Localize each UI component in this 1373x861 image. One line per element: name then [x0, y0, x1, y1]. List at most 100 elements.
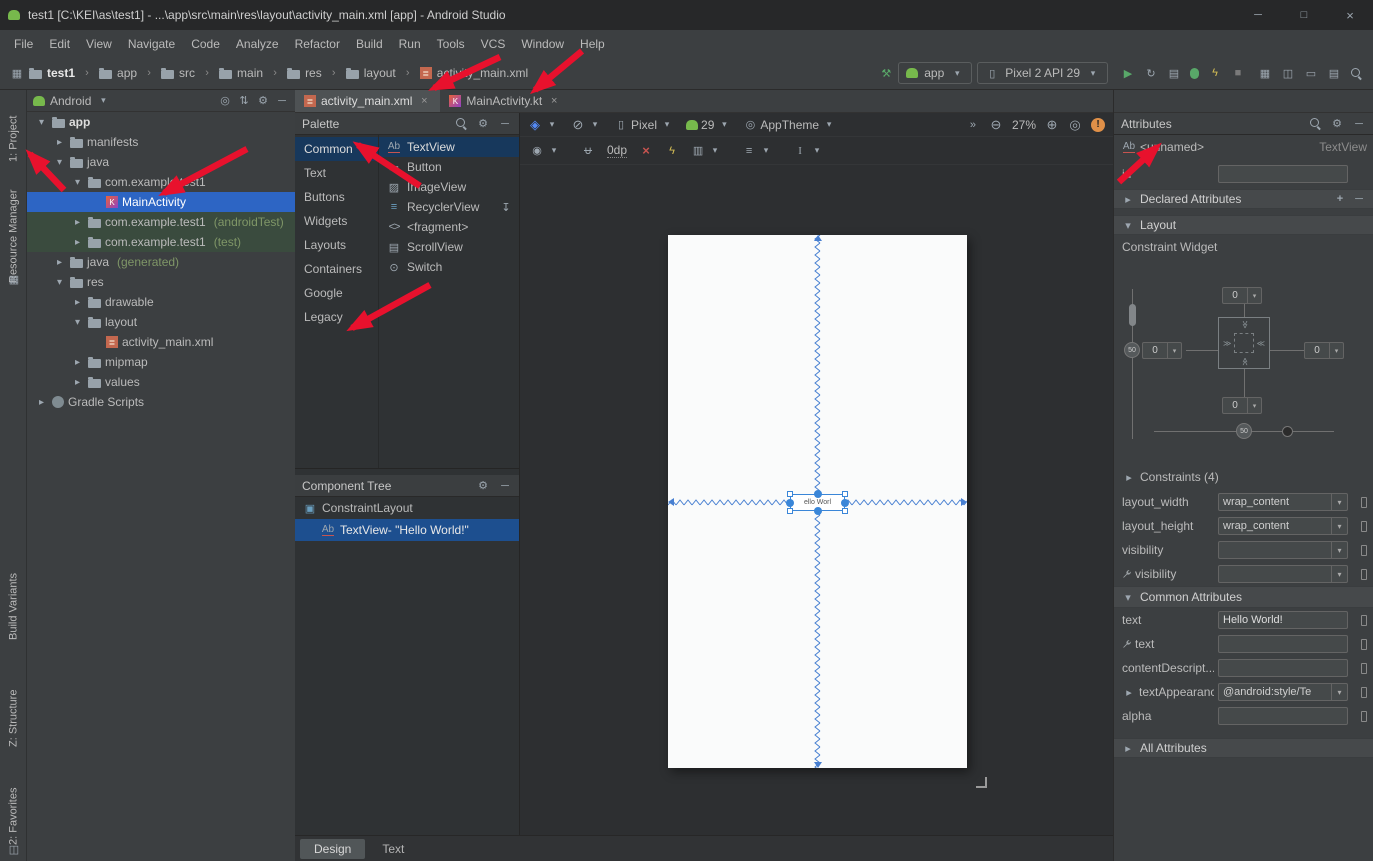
- palette-category-common[interactable]: Common: [295, 137, 378, 161]
- device-in-editor-select[interactable]: Pixel: [614, 118, 674, 132]
- margin-left-select[interactable]: 0▾: [1142, 342, 1182, 359]
- design-mode-select[interactable]: [528, 118, 559, 132]
- hide-panel-icon[interactable]: [1352, 117, 1366, 131]
- clear-constraints-icon[interactable]: [639, 144, 653, 158]
- device-manager-icon[interactable]: [1281, 66, 1295, 80]
- resize-handle-ne[interactable]: [842, 491, 848, 497]
- menu-build[interactable]: Build: [348, 30, 391, 57]
- pushpin-icon[interactable]: [7, 272, 21, 286]
- chevron-closed-icon[interactable]: ▸: [71, 357, 84, 368]
- download-icon[interactable]: [499, 200, 513, 214]
- sdk-manager-icon[interactable]: [1327, 66, 1341, 80]
- breadcrumb-main[interactable]: main: [219, 66, 263, 80]
- tree-item-manifests[interactable]: ▸manifests: [27, 132, 295, 152]
- run-configuration-select[interactable]: app: [898, 62, 972, 84]
- constraint-anchor-right[interactable]: [841, 499, 849, 507]
- chevron-closed-icon[interactable]: ▸: [53, 137, 66, 148]
- content-description-input[interactable]: [1218, 659, 1348, 677]
- constraint-anchor-left[interactable]: [786, 499, 794, 507]
- guidelines-select[interactable]: [793, 144, 824, 158]
- constraint-widget-box[interactable]: ≫ ≪ ≫ ≪: [1218, 317, 1270, 369]
- close-tab-icon[interactable]: [417, 94, 431, 108]
- minimize-button[interactable]: [1235, 0, 1281, 30]
- stop-button[interactable]: [1231, 66, 1245, 80]
- project-structure-icon[interactable]: [1258, 66, 1272, 80]
- settings-gear-icon[interactable]: [476, 117, 490, 131]
- chevron-closed-icon[interactable]: ▸: [53, 257, 66, 268]
- apply-changes-icon[interactable]: [1144, 66, 1158, 80]
- canvas-resize-handle[interactable]: [976, 777, 987, 788]
- zoom-in-icon[interactable]: [1045, 118, 1059, 132]
- tree-item-gradle-scripts[interactable]: ▸Gradle Scripts: [27, 392, 295, 412]
- search-everywhere-icon[interactable]: [1350, 67, 1363, 80]
- menu-analyze[interactable]: Analyze: [228, 30, 287, 57]
- api-version-select[interactable]: 29: [686, 118, 731, 132]
- editor-tab-mainactivity-kt[interactable]: MainActivity.kt: [440, 90, 570, 112]
- hide-panel-icon[interactable]: [498, 117, 512, 131]
- resource-flag-icon[interactable]: [1361, 545, 1367, 556]
- editor-tab-activity-main-xml[interactable]: activity_main.xml: [295, 90, 440, 112]
- tools-visibility-select[interactable]: ▾: [1218, 565, 1348, 583]
- layout-height-select[interactable]: wrap_content▾: [1218, 517, 1348, 535]
- layout-width-select[interactable]: wrap_content▾: [1218, 493, 1348, 511]
- menu-tools[interactable]: Tools: [429, 30, 473, 57]
- common-attributes-section[interactable]: Common Attributes: [1114, 586, 1373, 608]
- palette-item-scrollview[interactable]: ScrollView: [379, 237, 519, 257]
- device-select[interactable]: Pixel 2 API 29: [977, 62, 1108, 84]
- palette-item-switch[interactable]: Switch: [379, 257, 519, 277]
- breadcrumb-layout[interactable]: layout: [346, 66, 396, 80]
- tree-item-package[interactable]: ▾com.example.test1: [27, 172, 295, 192]
- view-options-select[interactable]: [530, 144, 561, 158]
- tab-design[interactable]: Design: [300, 839, 365, 859]
- all-attributes-section[interactable]: All Attributes: [1114, 738, 1373, 758]
- alpha-input[interactable]: [1218, 707, 1348, 725]
- palette-category-widgets[interactable]: Widgets: [295, 209, 378, 233]
- tool-tab-build-variants[interactable]: Build Variants: [0, 558, 27, 654]
- chevron-closed-icon[interactable]: ▸: [71, 237, 84, 248]
- settings-gear-icon[interactable]: [1330, 117, 1344, 131]
- collapse-all-icon[interactable]: [237, 94, 251, 108]
- maximize-button[interactable]: [1281, 0, 1327, 30]
- menu-navigate[interactable]: Navigate: [120, 30, 183, 57]
- remove-attribute-icon[interactable]: [1352, 192, 1366, 206]
- tool-tab-resource-manager[interactable]: Resource Manager: [0, 188, 27, 284]
- vertical-bias-value[interactable]: 50: [1124, 342, 1140, 358]
- tree-item-res[interactable]: ▾res: [27, 272, 295, 292]
- constraint-widget[interactable]: 0▾ 0▾ 0▾ 0▾ ≫ ≪ ≫ ≪ 50 50: [1114, 259, 1373, 464]
- margin-top-select[interactable]: 0▾: [1222, 287, 1262, 304]
- palette-category-layouts[interactable]: Layouts: [295, 233, 378, 257]
- palette-category-text[interactable]: Text: [295, 161, 378, 185]
- autoconnect-icon[interactable]: [581, 144, 595, 158]
- menu-window[interactable]: Window: [513, 30, 572, 57]
- chevron-open-icon[interactable]: ▾: [71, 317, 84, 328]
- breadcrumb-activity-main-xml[interactable]: activity_main.xml: [420, 66, 528, 80]
- component-tree-item-constraintlayout[interactable]: ConstraintLayout: [295, 497, 519, 519]
- tree-item-mainactivity[interactable]: MainActivity: [27, 192, 295, 212]
- menu-refactor[interactable]: Refactor: [287, 30, 348, 57]
- menu-view[interactable]: View: [78, 30, 120, 57]
- debug-icon[interactable]: [1190, 68, 1199, 79]
- margin-bottom-select[interactable]: 0▾: [1222, 397, 1262, 414]
- tools-text-input[interactable]: [1218, 635, 1348, 653]
- breadcrumb-res[interactable]: res: [287, 66, 322, 80]
- palette-category-containers[interactable]: Containers: [295, 257, 378, 281]
- resource-flag-icon[interactable]: [1361, 663, 1367, 674]
- search-icon[interactable]: [1309, 117, 1322, 130]
- constraints-section[interactable]: Constraints (4): [1114, 464, 1373, 490]
- hide-panel-icon[interactable]: [498, 479, 512, 493]
- palette-item-button[interactable]: Button: [379, 157, 519, 177]
- layout-section[interactable]: Layout: [1114, 215, 1373, 235]
- text-appearance-select[interactable]: @android:style/Te▾: [1218, 683, 1348, 701]
- menu-file[interactable]: File: [6, 30, 41, 57]
- breadcrumb-src[interactable]: src: [161, 66, 195, 80]
- chevron-open-icon[interactable]: ▾: [71, 177, 84, 188]
- visibility-select[interactable]: ▾: [1218, 541, 1348, 559]
- tree-item-package-androidtest[interactable]: ▸com.example.test1(androidTest): [27, 212, 295, 232]
- vertical-bias-slider[interactable]: [1129, 304, 1136, 326]
- chevron-closed-icon[interactable]: ▸: [35, 397, 48, 408]
- menu-code[interactable]: Code: [183, 30, 228, 57]
- palette-category-buttons[interactable]: Buttons: [295, 185, 378, 209]
- add-attribute-icon[interactable]: [1333, 192, 1347, 206]
- tree-item-java[interactable]: ▾java: [27, 152, 295, 172]
- resize-handle-sw[interactable]: [787, 508, 793, 514]
